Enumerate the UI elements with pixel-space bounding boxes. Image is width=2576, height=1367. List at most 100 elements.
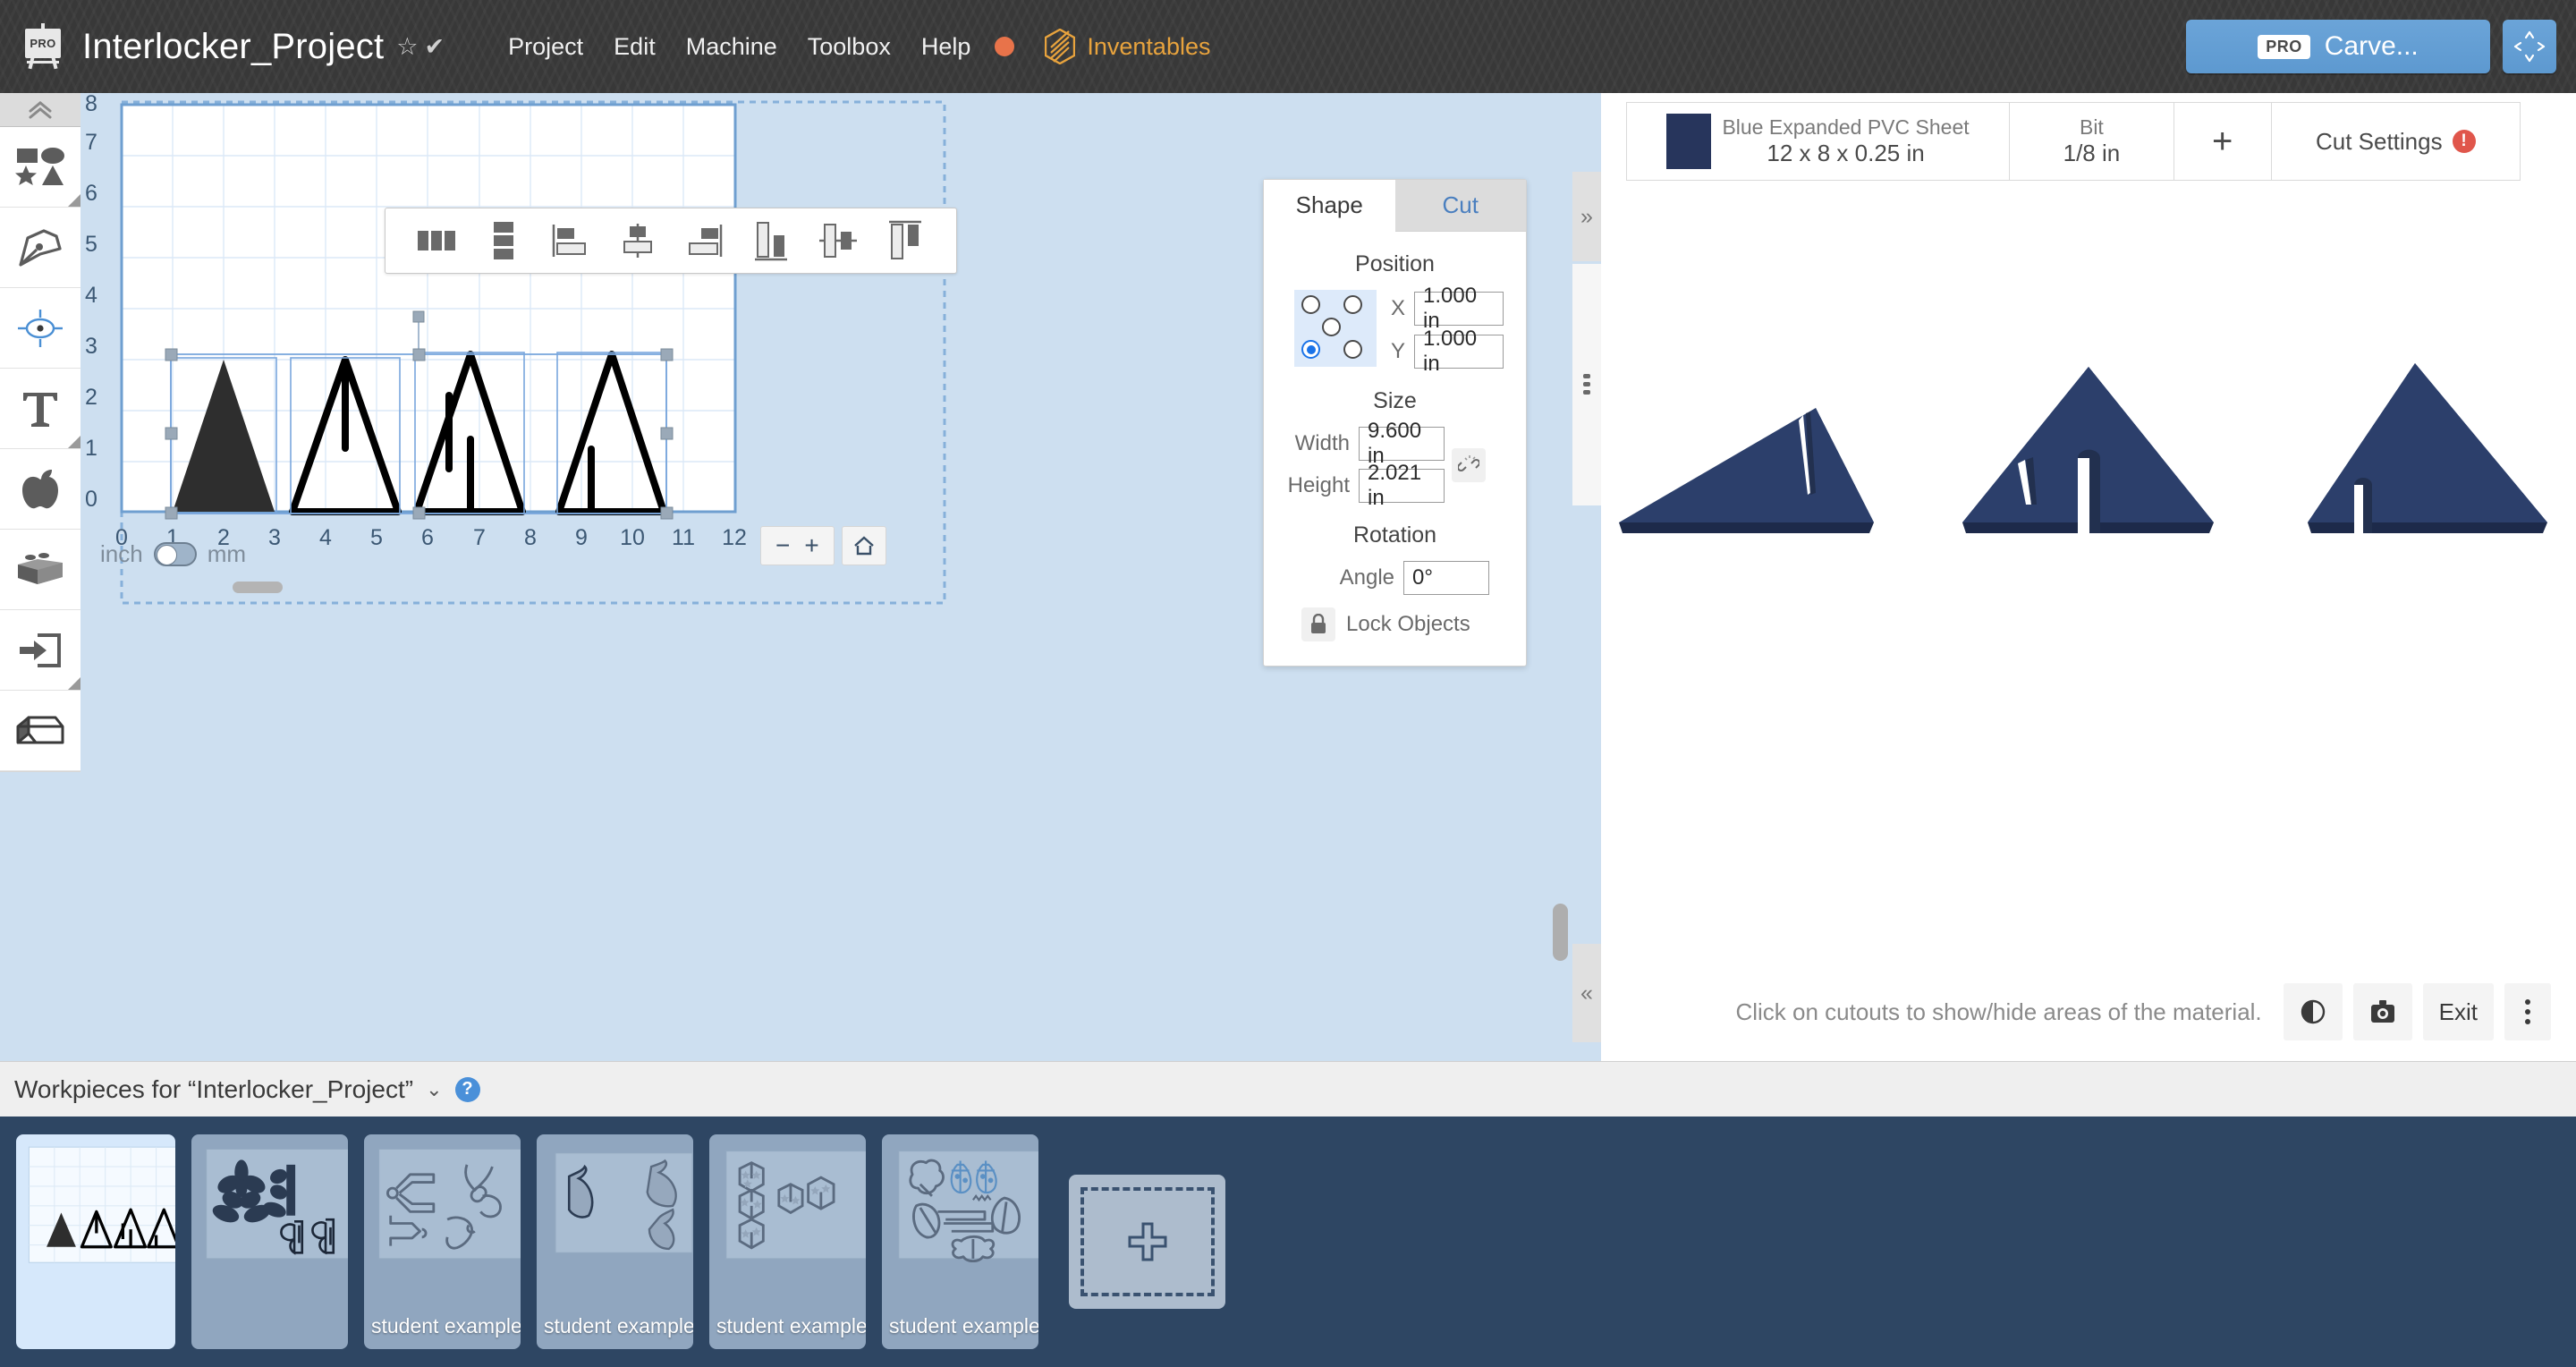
anchor-top-left[interactable] xyxy=(1301,295,1320,314)
width-input[interactable]: 9.600 in xyxy=(1359,419,1445,468)
easel-pro-logo[interactable]: PRO xyxy=(20,23,66,70)
three-d-tool[interactable] xyxy=(0,691,80,771)
clipart-tool[interactable] xyxy=(0,449,80,530)
align-right-button[interactable] xyxy=(681,217,727,264)
anchor-selector[interactable] xyxy=(1294,290,1377,367)
unit-switch[interactable] xyxy=(153,542,197,566)
distribute-vertical-button[interactable] xyxy=(480,217,527,264)
preview-more-button[interactable] xyxy=(2504,983,2551,1040)
add-workpiece-button[interactable] xyxy=(1069,1175,1225,1309)
chevron-double-down-icon[interactable]: ⌄ xyxy=(426,1078,442,1101)
menu-project[interactable]: Project xyxy=(493,26,598,68)
panel-expand-right-button[interactable]: » xyxy=(1572,172,1601,261)
align-center-horizontal-button[interactable] xyxy=(614,217,661,264)
visibility-toggle-button[interactable] xyxy=(2283,983,2343,1040)
zoom-in-button[interactable]: + xyxy=(804,531,818,560)
workpiece-triangles[interactable] xyxy=(16,1134,175,1349)
cut-settings-label: Cut Settings xyxy=(2315,127,2443,155)
canvas-resize-handle[interactable] xyxy=(233,582,283,593)
align-top-button[interactable] xyxy=(748,217,794,264)
workpiece-student-examples-4[interactable]: student examples xyxy=(882,1134,1038,1349)
angle-label: Angle xyxy=(1339,565,1394,590)
anchor-top-right[interactable] xyxy=(1343,295,1362,314)
import-more-indicator[interactable] xyxy=(68,677,80,690)
workpiece-flowers[interactable] xyxy=(191,1134,348,1349)
tab-cut[interactable]: Cut xyxy=(1394,180,1526,232)
menu-edit[interactable]: Edit xyxy=(598,26,671,68)
carve-button[interactable]: PRO Carve... xyxy=(2186,20,2490,73)
material-button[interactable]: Blue Expanded PVC Sheet 12 x 8 x 0.25 in xyxy=(1627,103,2009,180)
workpiece-student-examples-2[interactable]: student examples xyxy=(537,1134,693,1349)
menu-help[interactable]: Help xyxy=(906,26,987,68)
lock-objects-row[interactable]: Lock Objects xyxy=(1264,607,1526,641)
lock-objects-label: Lock Objects xyxy=(1346,612,1470,636)
anchor-bottom-right[interactable] xyxy=(1343,340,1362,359)
model-triangle-slot-bottom xyxy=(2308,363,2547,533)
workpieces-strip[interactable]: student examples student examples studen… xyxy=(0,1117,2576,1367)
material-dimensions: 12 x 8 x 0.25 in xyxy=(1767,140,1925,166)
tab-shape[interactable]: Shape xyxy=(1264,180,1395,232)
exit-preview-button[interactable]: Exit xyxy=(2422,983,2494,1040)
panel-drag-handle[interactable] xyxy=(1572,264,1601,505)
menu-machine[interactable]: Machine xyxy=(671,26,792,68)
x-position-input[interactable]: 1.000 in xyxy=(1414,284,1504,333)
zoom-buttons[interactable]: − + xyxy=(760,526,835,565)
pen-tool[interactable] xyxy=(0,208,80,288)
material-name: Blue Expanded PVC Sheet xyxy=(1722,115,1970,139)
import-arrow-icon xyxy=(20,633,61,667)
text-tool[interactable] xyxy=(0,369,80,449)
page-title[interactable]: Interlocker_Project xyxy=(82,27,384,67)
aspect-ratio-lock-button[interactable] xyxy=(1452,447,1486,482)
workpiece-student-examples-3[interactable]: student examples xyxy=(709,1134,866,1349)
lock-objects-button[interactable] xyxy=(1301,607,1335,641)
three-d-models[interactable] xyxy=(1601,245,2576,818)
text-more-indicator[interactable] xyxy=(68,436,80,448)
zoom-out-button[interactable]: − xyxy=(775,531,790,560)
center-point-tool[interactable] xyxy=(0,288,80,369)
chevron-double-up-icon xyxy=(29,100,52,118)
y-position-input[interactable]: 1.000 in xyxy=(1414,327,1504,376)
canvas-vertical-scrollbar[interactable] xyxy=(1553,904,1568,961)
zoom-home-button[interactable] xyxy=(841,526,886,565)
workpiece-thumb-wings xyxy=(555,1152,693,1253)
cut-settings-button[interactable]: Cut Settings ! xyxy=(2272,103,2520,180)
height-input[interactable]: 2.021 in xyxy=(1359,461,1445,510)
screenshot-button[interactable] xyxy=(2352,983,2412,1040)
workpiece-label: student examples xyxy=(544,1314,693,1337)
distribute-horizontal-button[interactable] xyxy=(413,217,460,264)
help-question-icon[interactable]: ? xyxy=(454,1076,480,1102)
height-label: Height xyxy=(1287,473,1350,497)
three-d-preview-panel[interactable]: Blue Expanded PVC Sheet 12 x 8 x 0.25 in… xyxy=(1601,93,2576,1061)
angle-input[interactable]: 0° xyxy=(1403,561,1489,595)
inventables-link[interactable]: Inventables xyxy=(1045,29,1210,64)
menu-toolbox[interactable]: Toolbox xyxy=(792,26,906,68)
saved-check-icon: ✔ xyxy=(424,32,445,60)
align-top-icon xyxy=(755,222,788,261)
add-bit-button[interactable]: + xyxy=(2174,103,2271,180)
unit-toggle[interactable]: inch mm xyxy=(100,540,246,568)
align-left-button[interactable] xyxy=(547,217,594,264)
favorite-star-icon[interactable]: ☆ xyxy=(396,33,418,61)
anchor-center[interactable] xyxy=(1322,318,1341,336)
anchor-bottom-left[interactable] xyxy=(1301,340,1320,359)
panel-collapse-left-button[interactable]: « xyxy=(1572,944,1601,1042)
contrast-eye-icon xyxy=(2301,999,2325,1024)
shapes-tool[interactable] xyxy=(0,127,80,208)
text-t-icon xyxy=(23,392,57,427)
import-tool[interactable] xyxy=(0,610,80,691)
bit-button[interactable]: Bit 1/8 in xyxy=(2010,103,2174,180)
align-middle-vertical-icon xyxy=(818,224,857,258)
workpiece-student-examples-1[interactable]: student examples xyxy=(364,1134,521,1349)
x-label: X xyxy=(1390,296,1405,320)
distribute-horizontal-icon xyxy=(418,231,456,250)
apps-tool[interactable] xyxy=(0,530,80,610)
y-position-row: Y 1.000 in xyxy=(1389,327,1504,376)
align-toolbar xyxy=(385,208,957,274)
align-bottom-button[interactable] xyxy=(882,217,928,264)
shapes-more-indicator[interactable] xyxy=(68,194,80,207)
height-row: Height 2.021 in xyxy=(1285,461,1445,510)
rail-collapse-button[interactable] xyxy=(0,93,80,127)
align-middle-vertical-button[interactable] xyxy=(815,217,861,264)
shapes-icon xyxy=(15,147,64,185)
fullscreen-button[interactable] xyxy=(2503,20,2556,73)
